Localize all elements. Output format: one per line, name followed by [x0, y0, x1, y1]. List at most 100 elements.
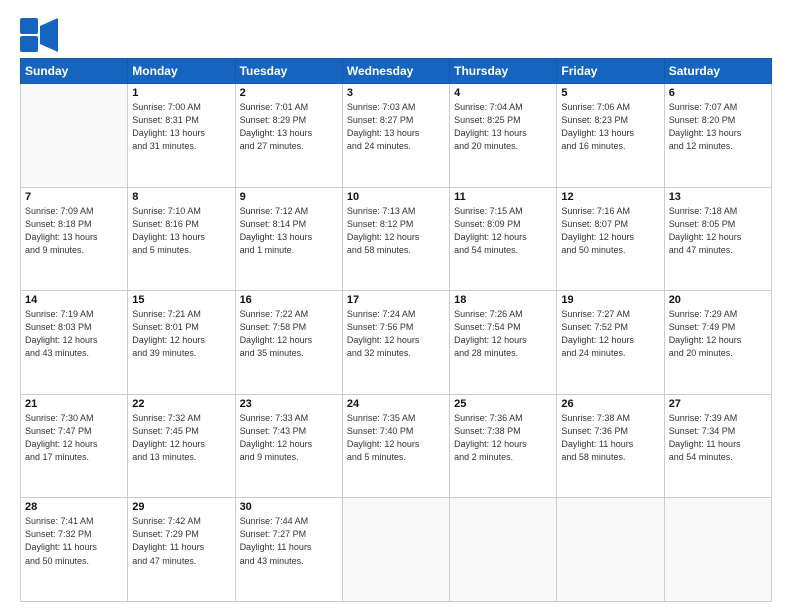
- table-row: 21 Sunrise: 7:30 AMSunset: 7:47 PMDayligh…: [21, 394, 128, 498]
- logo: [20, 18, 62, 52]
- table-row: [21, 84, 128, 188]
- day-info: Sunrise: 7:19 AMSunset: 8:03 PMDaylight:…: [25, 308, 123, 360]
- day-number: 11: [454, 191, 552, 203]
- col-wednesday: Wednesday: [342, 59, 449, 84]
- day-info: Sunrise: 7:27 AMSunset: 7:52 PMDaylight:…: [561, 308, 659, 360]
- calendar-header-row: Sunday Monday Tuesday Wednesday Thursday…: [21, 59, 772, 84]
- day-info: Sunrise: 7:22 AMSunset: 7:58 PMDaylight:…: [240, 308, 338, 360]
- day-info: Sunrise: 7:39 AMSunset: 7:34 PMDaylight:…: [669, 412, 767, 464]
- day-info: Sunrise: 7:35 AMSunset: 7:40 PMDaylight:…: [347, 412, 445, 464]
- day-info: Sunrise: 7:29 AMSunset: 7:49 PMDaylight:…: [669, 308, 767, 360]
- table-row: 7Sunrise: 7:09 AMSunset: 8:18 PMDaylight…: [21, 187, 128, 291]
- table-row: 30 Sunrise: 7:44 AMSunset: 7:27 PMDayligh…: [235, 498, 342, 602]
- day-number: 19: [561, 294, 659, 306]
- day-number: 30: [240, 501, 338, 513]
- day-info: Sunrise: 7:30 AMSunset: 7:47 PMDaylight:…: [25, 412, 123, 464]
- day-number: 8: [132, 191, 230, 203]
- page: Sunday Monday Tuesday Wednesday Thursday…: [0, 0, 792, 612]
- day-number: 25: [454, 398, 552, 410]
- table-row: [557, 498, 664, 602]
- table-row: 9 Sunrise: 7:12 AMSunset: 8:14 PMDaylight…: [235, 187, 342, 291]
- table-row: 8 Sunrise: 7:10 AMSunset: 8:16 PMDaylight…: [128, 187, 235, 291]
- table-row: 16 Sunrise: 7:22 AMSunset: 7:58 PMDayligh…: [235, 291, 342, 395]
- day-info: Sunrise: 7:32 AMSunset: 7:45 PMDaylight:…: [132, 412, 230, 464]
- day-info: Sunrise: 7:06 AMSunset: 8:23 PMDaylight:…: [561, 101, 659, 153]
- table-row: 19 Sunrise: 7:27 AMSunset: 7:52 PMDayligh…: [557, 291, 664, 395]
- day-number: 2: [240, 87, 338, 99]
- col-saturday: Saturday: [664, 59, 771, 84]
- day-number: 4: [454, 87, 552, 99]
- table-row: 26 Sunrise: 7:38 AMSunset: 7:36 PMDayligh…: [557, 394, 664, 498]
- col-monday: Monday: [128, 59, 235, 84]
- day-info: Sunrise: 7:00 AMSunset: 8:31 PMDaylight:…: [132, 101, 230, 153]
- col-thursday: Thursday: [450, 59, 557, 84]
- day-number: 6: [669, 87, 767, 99]
- day-info: Sunrise: 7:10 AMSunset: 8:16 PMDaylight:…: [132, 205, 230, 257]
- calendar-week-row: 21 Sunrise: 7:30 AMSunset: 7:47 PMDayligh…: [21, 394, 772, 498]
- table-row: 18Sunrise: 7:26 AMSunset: 7:54 PMDayligh…: [450, 291, 557, 395]
- table-row: 3 Sunrise: 7:03 AMSunset: 8:27 PMDaylight…: [342, 84, 449, 188]
- table-row: 2 Sunrise: 7:01 AMSunset: 8:29 PMDaylight…: [235, 84, 342, 188]
- day-info: Sunrise: 7:03 AMSunset: 8:27 PMDaylight:…: [347, 101, 445, 153]
- day-info: Sunrise: 7:42 AMSunset: 7:29 PMDaylight:…: [132, 515, 230, 567]
- logo-icon: [20, 18, 58, 52]
- day-number: 26: [561, 398, 659, 410]
- calendar-week-row: 28Sunrise: 7:41 AMSunset: 7:32 PMDayligh…: [21, 498, 772, 602]
- table-row: 4 Sunrise: 7:04 AMSunset: 8:25 PMDaylight…: [450, 84, 557, 188]
- table-row: 22 Sunrise: 7:32 AMSunset: 7:45 PMDayligh…: [128, 394, 235, 498]
- col-friday: Friday: [557, 59, 664, 84]
- table-row: 23 Sunrise: 7:33 AMSunset: 7:43 PMDayligh…: [235, 394, 342, 498]
- day-info: Sunrise: 7:04 AMSunset: 8:25 PMDaylight:…: [454, 101, 552, 153]
- calendar-week-row: 1 Sunrise: 7:00 AMSunset: 8:31 PMDaylight…: [21, 84, 772, 188]
- day-info: Sunrise: 7:12 AMSunset: 8:14 PMDaylight:…: [240, 205, 338, 257]
- table-row: 17 Sunrise: 7:24 AMSunset: 7:56 PMDayligh…: [342, 291, 449, 395]
- day-number: 21: [25, 398, 123, 410]
- day-number: 13: [669, 191, 767, 203]
- day-number: 27: [669, 398, 767, 410]
- day-number: 28: [25, 501, 123, 513]
- day-info: Sunrise: 7:01 AMSunset: 8:29 PMDaylight:…: [240, 101, 338, 153]
- col-tuesday: Tuesday: [235, 59, 342, 84]
- day-number: 3: [347, 87, 445, 99]
- day-number: 10: [347, 191, 445, 203]
- day-number: 1: [132, 87, 230, 99]
- day-number: 5: [561, 87, 659, 99]
- day-info: Sunrise: 7:24 AMSunset: 7:56 PMDaylight:…: [347, 308, 445, 360]
- day-info: Sunrise: 7:18 AMSunset: 8:05 PMDaylight:…: [669, 205, 767, 257]
- day-info: Sunrise: 7:21 AMSunset: 8:01 PMDaylight:…: [132, 308, 230, 360]
- table-row: 14 Sunrise: 7:19 AMSunset: 8:03 PMDayligh…: [21, 291, 128, 395]
- day-number: 24: [347, 398, 445, 410]
- day-number: 12: [561, 191, 659, 203]
- table-row: [450, 498, 557, 602]
- table-row: 25 Sunrise: 7:36 AMSunset: 7:38 PMDayligh…: [450, 394, 557, 498]
- day-info: Sunrise: 7:15 AMSunset: 8:09 PMDaylight:…: [454, 205, 552, 257]
- table-row: [342, 498, 449, 602]
- day-number: 14: [25, 294, 123, 306]
- day-info: Sunrise: 7:09 AMSunset: 8:18 PMDaylight:…: [25, 205, 123, 257]
- table-row: 12Sunrise: 7:16 AMSunset: 8:07 PMDayligh…: [557, 187, 664, 291]
- table-row: 10Sunrise: 7:13 AMSunset: 8:12 PMDayligh…: [342, 187, 449, 291]
- calendar-table: Sunday Monday Tuesday Wednesday Thursday…: [20, 58, 772, 602]
- day-number: 9: [240, 191, 338, 203]
- day-info: Sunrise: 7:26 AMSunset: 7:54 PMDaylight:…: [454, 308, 552, 360]
- day-info: Sunrise: 7:07 AMSunset: 8:20 PMDaylight:…: [669, 101, 767, 153]
- table-row: 13 Sunrise: 7:18 AMSunset: 8:05 PMDayligh…: [664, 187, 771, 291]
- table-row: 6 Sunrise: 7:07 AMSunset: 8:20 PMDaylight…: [664, 84, 771, 188]
- day-number: 15: [132, 294, 230, 306]
- calendar-week-row: 7Sunrise: 7:09 AMSunset: 8:18 PMDaylight…: [21, 187, 772, 291]
- day-info: Sunrise: 7:38 AMSunset: 7:36 PMDaylight:…: [561, 412, 659, 464]
- header: [20, 18, 772, 52]
- table-row: 27 Sunrise: 7:39 AMSunset: 7:34 PMDayligh…: [664, 394, 771, 498]
- day-number: 16: [240, 294, 338, 306]
- day-number: 17: [347, 294, 445, 306]
- table-row: 11 Sunrise: 7:15 AMSunset: 8:09 PMDayligh…: [450, 187, 557, 291]
- day-number: 23: [240, 398, 338, 410]
- day-info: Sunrise: 7:36 AMSunset: 7:38 PMDaylight:…: [454, 412, 552, 464]
- table-row: 28Sunrise: 7:41 AMSunset: 7:32 PMDayligh…: [21, 498, 128, 602]
- day-number: 22: [132, 398, 230, 410]
- day-info: Sunrise: 7:33 AMSunset: 7:43 PMDaylight:…: [240, 412, 338, 464]
- table-row: 15 Sunrise: 7:21 AMSunset: 8:01 PMDayligh…: [128, 291, 235, 395]
- table-row: [664, 498, 771, 602]
- day-info: Sunrise: 7:44 AMSunset: 7:27 PMDaylight:…: [240, 515, 338, 567]
- table-row: 1 Sunrise: 7:00 AMSunset: 8:31 PMDaylight…: [128, 84, 235, 188]
